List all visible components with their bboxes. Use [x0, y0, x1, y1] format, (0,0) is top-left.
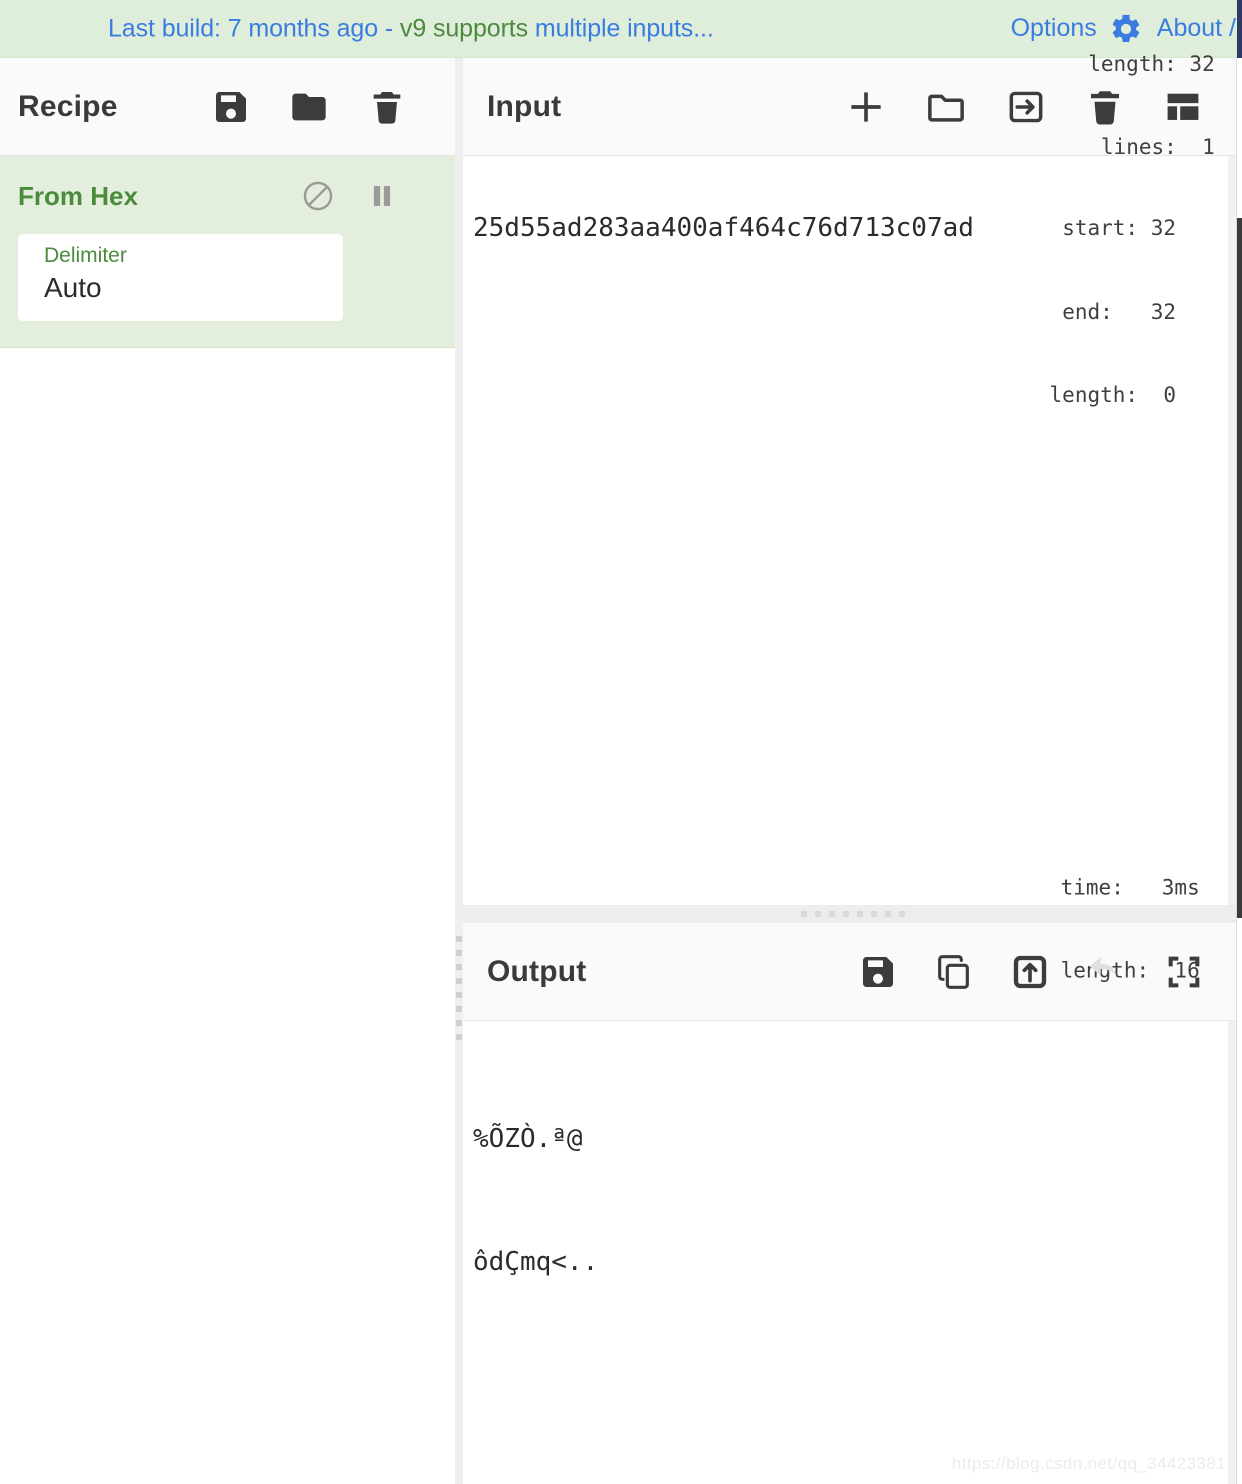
output-title-bar: Output time: 3ms length: 16 lines: 2 [463, 875, 1242, 1066]
output-panel: Output time: 3ms length: 16 lines: 2 [463, 875, 1242, 1484]
save-output-icon[interactable] [858, 952, 898, 992]
undo-bake-icon[interactable] [1086, 951, 1128, 993]
argument-value[interactable]: Auto [44, 270, 329, 305]
selection-start-label: start: [1062, 216, 1139, 241]
output-title: Output [487, 954, 587, 988]
input-title: Input [487, 89, 562, 123]
io-column: Input length: 32 lines: 1 start: 32 end:… [463, 52, 1242, 1484]
argument-delimiter[interactable]: Delimiter Auto [18, 234, 343, 321]
recipe-title-bar: Recipe [0, 58, 455, 156]
banner-message: Last build: 7 months ago - v9 supports m… [108, 14, 714, 43]
operation-controls [301, 179, 397, 213]
open-folder-as-input-icon[interactable] [1004, 85, 1048, 129]
splitter-grip [456, 936, 462, 1040]
input-panel: Input length: 32 lines: 1 start: 32 end:… [463, 52, 1242, 905]
recipe-operation[interactable]: From Hex Delimiter Auto [0, 156, 455, 348]
output-time-label: time: [1060, 875, 1124, 900]
copy-output-icon[interactable] [934, 952, 974, 992]
top-banner: Last build: 7 months ago - v9 supports m… [0, 0, 1242, 58]
recipe-title: Recipe [18, 89, 118, 123]
input-body[interactable]: start: 32 end: 32 length: 0 25d55ad283aa… [463, 156, 1242, 905]
cyberchef-app: Last build: 7 months ago - v9 supports m… [0, 0, 1242, 1484]
output-time-value: 3ms [1161, 875, 1200, 900]
open-folder-icon[interactable] [924, 85, 968, 129]
recipe-operation-list[interactable]: From Hex Delimiter Auto [0, 156, 455, 1484]
output-line: %ÕZÒ.ª@ [473, 1124, 583, 1155]
input-controls [844, 85, 1204, 129]
recipe-controls [211, 87, 407, 127]
output-line: ôdÇmq<.. [473, 1247, 599, 1278]
banner-message-part-2: v9 supports [399, 14, 535, 42]
input-length-value: 32 [1189, 52, 1215, 77]
argument-label: Delimiter [44, 244, 127, 267]
splitter-grip-horizontal [800, 911, 905, 917]
load-recipe-icon[interactable] [289, 87, 329, 127]
maximise-output-icon[interactable] [1164, 952, 1204, 992]
clear-input-icon[interactable] [1084, 86, 1126, 128]
recipe-io-splitter[interactable] [455, 58, 463, 1484]
disable-operation-icon[interactable] [301, 179, 335, 213]
input-selection-stats: start: 32 end: 32 length: 0 [1024, 160, 1176, 465]
selection-start: start: 32 [1024, 215, 1176, 243]
input-length-label: length: [1088, 52, 1177, 77]
main-area: Recipe From Hex Delimiter Auto Input len… [0, 52, 1242, 1484]
operation-arguments: Delimiter Auto [18, 234, 437, 321]
selection-length-value: 0 [1163, 382, 1176, 407]
selection-end-value: 32 [1150, 299, 1176, 324]
output-controls [858, 951, 1204, 993]
output-textarea[interactable]: %ÕZÒ.ª@ ôdÇmq<.. [473, 1037, 1172, 1366]
reset-pane-layout-icon[interactable] [1162, 86, 1204, 128]
operation-header: From Hex [0, 172, 455, 220]
save-recipe-icon[interactable] [211, 87, 251, 127]
selection-end: end: 32 [1024, 299, 1176, 327]
watermark-text: https://blog.csdn.net/qq_34423381 [951, 1454, 1226, 1473]
recipe-panel: Recipe From Hex Delimiter Auto [0, 58, 455, 1484]
input-title-bar: Input length: 32 lines: 1 [463, 52, 1242, 159]
banner-message-part-3: multiple inputs... [534, 14, 714, 42]
add-input-tab-icon[interactable] [844, 85, 888, 129]
window-edge-marker [1237, 0, 1242, 58]
selection-start-value: 32 [1150, 216, 1176, 241]
breakpoint-icon[interactable] [367, 180, 397, 212]
output-body[interactable]: %ÕZÒ.ª@ ôdÇmq<.. [463, 1021, 1242, 1484]
page-scrollbar-thumb[interactable] [1237, 218, 1242, 918]
input-length-stat: length: 32 [1063, 51, 1215, 79]
selection-length-label: length: [1049, 382, 1139, 407]
selection-length: length: 0 [1024, 382, 1176, 410]
banner-message-part-1: Last build: 7 months ago - [108, 14, 400, 42]
selection-end-label: end: [1062, 299, 1113, 324]
replace-input-with-output-icon[interactable] [1010, 952, 1050, 992]
clear-recipe-icon[interactable] [367, 87, 407, 127]
operation-title: From Hex [18, 180, 138, 211]
output-time-stat: time: 3ms [1048, 874, 1200, 902]
